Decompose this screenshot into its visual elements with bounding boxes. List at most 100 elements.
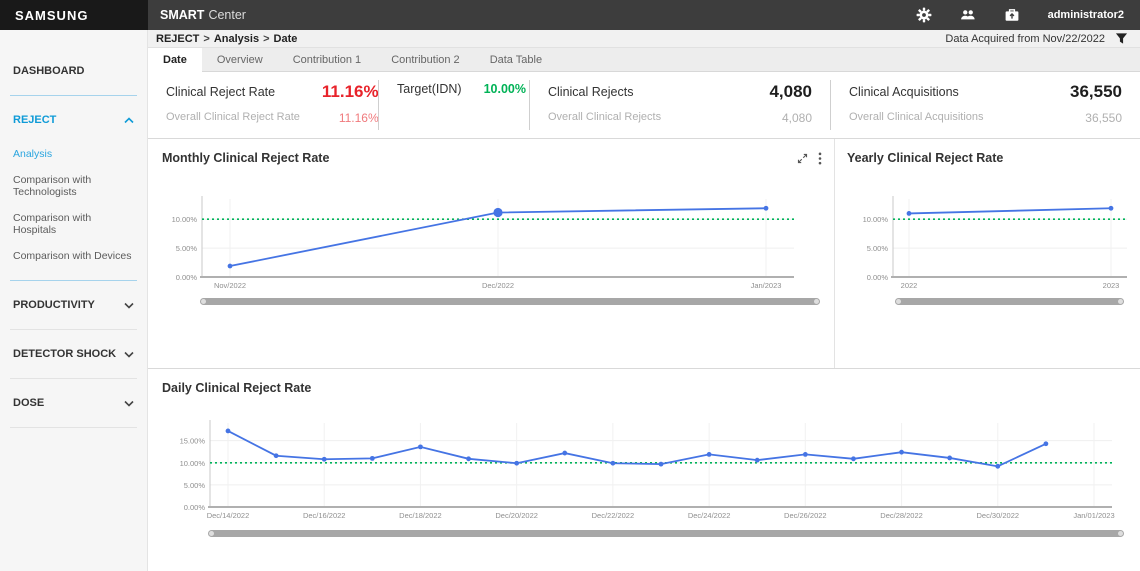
svg-text:Nov/2022: Nov/2022 xyxy=(214,281,246,290)
svg-text:0.00%: 0.00% xyxy=(184,503,206,512)
sidebar-item-analysis[interactable]: Analysis xyxy=(0,141,147,167)
svg-text:Dec/18/2022: Dec/18/2022 xyxy=(399,511,442,520)
sidebar-divider xyxy=(10,329,137,330)
yearly-chart-scrollbar[interactable] xyxy=(895,298,1124,305)
top-bar: SAMSUNG SMART Center xyxy=(0,0,1140,30)
stat-target-idn: Target(IDN) 10.00% xyxy=(379,72,529,138)
svg-text:Dec/30/2022: Dec/30/2022 xyxy=(977,511,1020,520)
sidebar-divider xyxy=(10,427,137,428)
sidebar-item-comparison-devices[interactable]: Comparison with Devices xyxy=(0,243,147,269)
sidebar-divider xyxy=(10,378,137,379)
sidebar-item-comparison-technologists[interactable]: Comparison with Technologists xyxy=(0,167,147,205)
sidebar-label-dose: DOSE xyxy=(13,397,44,409)
topbar-actions: administrator2 xyxy=(916,0,1140,30)
svg-text:10.00%: 10.00% xyxy=(172,215,198,224)
sidebar-item-comparison-hospitals[interactable]: Comparison with Hospitals xyxy=(0,205,147,243)
stat-value: 11.16% xyxy=(322,82,379,102)
stat-value: 10.00% xyxy=(484,82,526,96)
sidebar-item-detector-shock[interactable]: DETECTOR SHOCK xyxy=(0,341,147,367)
monthly-clinical-reject-rate-chart: 0.00% 5.00% 10.00% Nov/2022 Dec/2022 Jan/2023 xyxy=(162,191,802,295)
sidebar-label-reject: REJECT xyxy=(13,114,56,126)
breadcrumb-bar: REJECT > Analysis > Date Data Acquired f… xyxy=(148,30,1140,48)
svg-text:Dec/20/2022: Dec/20/2022 xyxy=(495,511,538,520)
briefcase-upload-icon[interactable] xyxy=(1004,7,1020,23)
kpi-stats-row: Clinical Reject Rate 11.16% Overall Clin… xyxy=(148,72,1140,138)
svg-text:Dec/22/2022: Dec/22/2022 xyxy=(592,511,635,520)
yearly-chart-title: Yearly Clinical Reject Rate xyxy=(847,151,1003,165)
svg-text:0.00%: 0.00% xyxy=(176,273,198,282)
breadcrumb-separator: > xyxy=(203,33,209,45)
breadcrumb-reject[interactable]: REJECT xyxy=(156,33,199,45)
daily-chart-scrollbar[interactable] xyxy=(208,530,1124,537)
stat-overall-label: Overall Clinical Acquisitions xyxy=(849,111,1048,125)
stat-value: 36,550 xyxy=(1070,82,1122,102)
svg-text:Dec/24/2022: Dec/24/2022 xyxy=(688,511,731,520)
svg-text:Jan/2023: Jan/2023 xyxy=(751,281,782,290)
sidebar-divider xyxy=(10,95,137,96)
stat-overall-label: Overall Clinical Reject Rate xyxy=(166,111,300,125)
stat-label: Clinical Reject Rate xyxy=(166,85,300,99)
sidebar-item-productivity[interactable]: PRODUCTIVITY xyxy=(0,292,147,318)
tab-data-table[interactable]: Data Table xyxy=(475,48,557,71)
breadcrumb-analysis[interactable]: Analysis xyxy=(214,33,259,45)
stat-label: Clinical Rejects xyxy=(548,85,747,99)
svg-text:Jan/01/2023: Jan/01/2023 xyxy=(1073,511,1114,520)
svg-text:5.00%: 5.00% xyxy=(176,244,198,253)
stat-overall-value: 4,080 xyxy=(769,111,812,125)
sidebar-item-reject[interactable]: REJECT xyxy=(0,107,147,133)
users-icon[interactable] xyxy=(960,7,976,23)
svg-text:5.00%: 5.00% xyxy=(867,244,889,253)
app-title: SMART Center xyxy=(148,0,916,30)
app-title-bold: SMART xyxy=(160,8,204,22)
expand-icon[interactable] xyxy=(797,153,808,164)
chevron-up-icon xyxy=(124,117,134,124)
yearly-chart-panel: Yearly Clinical Reject Rate 0.00% 5.00% 10… xyxy=(834,139,1140,368)
sidebar-label-dashboard: DASHBOARD xyxy=(13,65,85,77)
settings-gear-icon[interactable] xyxy=(916,7,932,23)
svg-text:15.00%: 15.00% xyxy=(180,437,206,446)
daily-chart-panel: Daily Clinical Reject Rate 0.00%5.00%10.… xyxy=(148,368,1140,571)
stat-overall-label: Overall Clinical Rejects xyxy=(548,111,747,125)
svg-text:10.00%: 10.00% xyxy=(180,459,206,468)
stat-label: Target(IDN) xyxy=(397,82,462,96)
chevron-down-icon xyxy=(124,351,134,358)
tab-contribution-2[interactable]: Contribution 2 xyxy=(376,48,475,71)
charts-row: Monthly Clinical Reject Rate xyxy=(148,138,1140,368)
svg-text:2023: 2023 xyxy=(1103,281,1120,290)
stat-overall-value: 36,550 xyxy=(1070,111,1122,125)
sidebar-label-detector-shock: DETECTOR SHOCK xyxy=(13,348,116,360)
tab-date[interactable]: Date xyxy=(148,48,202,72)
monthly-chart-panel: Monthly Clinical Reject Rate xyxy=(148,139,834,368)
breadcrumb-separator: > xyxy=(263,33,269,45)
sidebar-item-dose[interactable]: DOSE xyxy=(0,390,147,416)
data-acquired-label: Data Acquired from Nov/22/2022 xyxy=(945,33,1105,45)
kebab-menu-icon[interactable] xyxy=(818,152,822,165)
sidebar-item-dashboard[interactable]: DASHBOARD xyxy=(0,58,147,84)
sidebar-nav: DASHBOARD REJECT Analysis Comparison wit… xyxy=(0,30,148,571)
svg-text:Dec/2022: Dec/2022 xyxy=(482,281,514,290)
svg-text:10.00%: 10.00% xyxy=(863,215,889,224)
tab-overview[interactable]: Overview xyxy=(202,48,278,71)
svg-text:Dec/14/2022: Dec/14/2022 xyxy=(207,511,250,520)
breadcrumb-date[interactable]: Date xyxy=(274,33,298,45)
sidebar-label-productivity: PRODUCTIVITY xyxy=(13,299,95,311)
brand-text: SAMSUNG xyxy=(15,8,88,23)
stat-clinical-rejects: Clinical Rejects 4,080 Overall Clinical … xyxy=(530,72,830,138)
yearly-clinical-reject-rate-chart: 0.00% 5.00% 10.00% 2022 2023 xyxy=(847,191,1133,295)
tab-contribution-1[interactable]: Contribution 1 xyxy=(278,48,377,71)
filter-icon[interactable] xyxy=(1115,32,1128,45)
daily-clinical-reject-rate-chart: 0.00%5.00%10.00%15.00%Dec/14/2022Dec/16/… xyxy=(162,415,1122,527)
chevron-down-icon xyxy=(124,302,134,309)
svg-text:0.00%: 0.00% xyxy=(867,273,889,282)
tab-strip: Date Overview Contribution 1 Contributio… xyxy=(148,48,1140,72)
sidebar-divider xyxy=(10,280,137,281)
monthly-chart-scrollbar[interactable] xyxy=(200,298,820,305)
svg-text:2022: 2022 xyxy=(901,281,918,290)
logged-in-user[interactable]: administrator2 xyxy=(1048,9,1124,21)
daily-chart-title: Daily Clinical Reject Rate xyxy=(162,381,311,395)
svg-text:Dec/28/2022: Dec/28/2022 xyxy=(880,511,923,520)
monthly-chart-title: Monthly Clinical Reject Rate xyxy=(162,151,329,165)
app-title-rest: Center xyxy=(208,8,246,22)
stat-overall-value: 11.16% xyxy=(322,111,379,125)
stat-clinical-acquisitions: Clinical Acquisitions 36,550 Overall Cli… xyxy=(831,72,1140,138)
